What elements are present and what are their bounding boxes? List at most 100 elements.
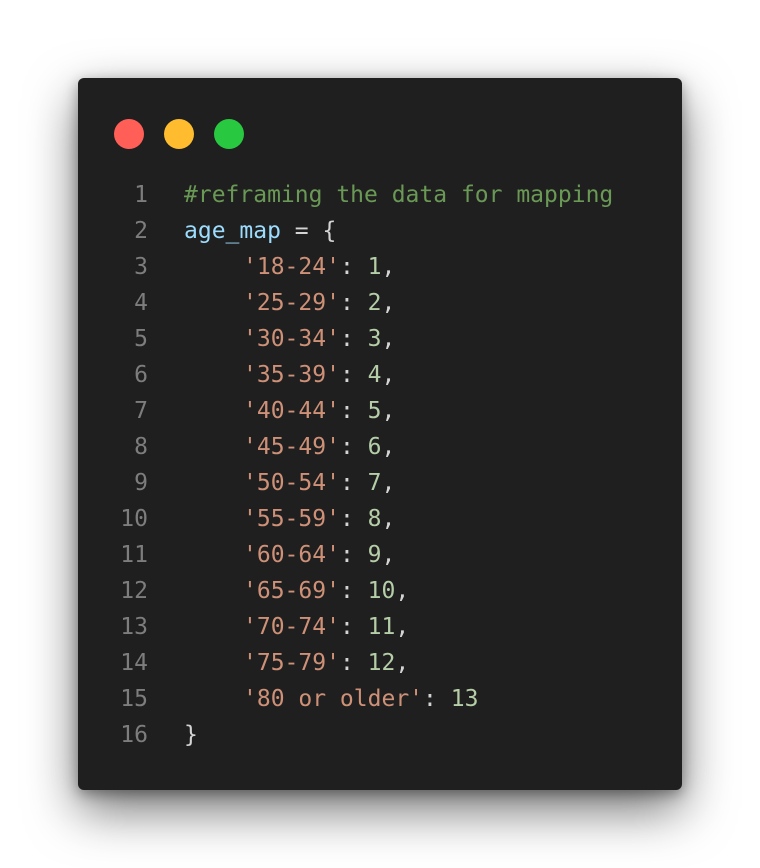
token-op: , <box>395 614 410 640</box>
line-source: age_map = { <box>184 213 336 249</box>
token-str: '40-44' <box>243 398 340 424</box>
code-line: 14 '75-79': 12, <box>78 645 682 681</box>
token-str: '65-69' <box>243 578 340 604</box>
token-str: '70-74' <box>243 614 340 640</box>
token-op: , <box>395 650 410 676</box>
line-number: 14 <box>120 650 148 676</box>
minimize-dot-icon[interactable] <box>164 119 194 149</box>
code-block: 1 #reframing the data for mapping 2 age_map… <box>78 177 682 753</box>
token-num: 9 <box>367 542 382 568</box>
line-source: #reframing the data for mapping <box>184 177 613 213</box>
line-source: '75-79': 12, <box>184 645 409 681</box>
line-source: '55-59': 8, <box>184 501 395 537</box>
token-op: : <box>339 434 368 460</box>
token-op: : <box>339 254 368 280</box>
token-num: 11 <box>367 614 396 640</box>
line-number: 16 <box>120 722 148 748</box>
token-op: : <box>339 578 368 604</box>
code-line: 1 #reframing the data for mapping <box>78 177 682 213</box>
code-line: 7 '40-44': 5, <box>78 393 682 429</box>
token-op: : <box>339 614 368 640</box>
code-line: 10 '55-59': 8, <box>78 501 682 537</box>
token-op: , <box>381 434 396 460</box>
line-source: } <box>184 717 198 753</box>
maximize-dot-icon[interactable] <box>214 119 244 149</box>
line-source: '25-29': 2, <box>184 285 395 321</box>
token-str: '25-29' <box>243 290 340 316</box>
line-source: '60-64': 9, <box>184 537 395 573</box>
token-str: '75-79' <box>243 650 340 676</box>
line-source: '80 or older': 13 <box>184 681 478 717</box>
code-line: 16} <box>78 717 682 753</box>
code-line: 12 '65-69': 10, <box>78 573 682 609</box>
line-number: 9 <box>134 470 148 496</box>
token-num: 6 <box>367 434 382 460</box>
token-num: 5 <box>367 398 382 424</box>
token-op: : <box>339 506 368 532</box>
token-str: '30-34' <box>243 326 340 352</box>
token-num: 7 <box>367 470 382 496</box>
token-str: '45-49' <box>243 434 340 460</box>
token-num: 2 <box>367 290 382 316</box>
code-line: 6 '35-39': 4, <box>78 357 682 393</box>
line-number: 2 <box>134 218 148 244</box>
line-number: 6 <box>134 362 148 388</box>
line-number: 8 <box>134 434 148 460</box>
token-comment: #reframing the data for mapping <box>184 182 614 208</box>
line-number: 5 <box>134 326 148 352</box>
line-number: 3 <box>134 254 148 280</box>
code-line: 9 '50-54': 7, <box>78 465 682 501</box>
token-str: '80 or older' <box>243 686 424 712</box>
token-op: : <box>339 326 368 352</box>
token-num: 10 <box>367 578 396 604</box>
line-number: 15 <box>120 686 148 712</box>
token-op: : <box>339 290 368 316</box>
code-line: 3 '18-24': 1, <box>78 249 682 285</box>
token-op: : <box>339 398 368 424</box>
line-source: '18-24': 1, <box>184 249 395 285</box>
token-num: 8 <box>367 506 382 532</box>
token-op: , <box>381 362 396 388</box>
token-str: '60-64' <box>243 542 340 568</box>
token-num: 4 <box>367 362 382 388</box>
line-source: '45-49': 6, <box>184 429 395 465</box>
token-op: , <box>381 470 396 496</box>
line-number: 11 <box>120 542 148 568</box>
token-op: , <box>381 398 396 424</box>
code-window: 1 #reframing the data for mapping 2 age_map… <box>78 78 682 790</box>
token-op: : <box>339 650 368 676</box>
line-number: 7 <box>134 398 148 424</box>
line-number: 10 <box>120 506 148 532</box>
code-line: 2 age_map = { <box>78 213 682 249</box>
token-str: '55-59' <box>243 506 340 532</box>
token-op: , <box>381 542 396 568</box>
window-controls <box>114 119 244 149</box>
token-op: : <box>339 470 368 496</box>
code-line: 4 '25-29': 2, <box>78 285 682 321</box>
token-op: , <box>381 254 396 280</box>
code-line: 15 '80 or older': 13 <box>78 681 682 717</box>
token-op: , <box>381 506 396 532</box>
line-number: 13 <box>120 614 148 640</box>
token-op: , <box>381 326 396 352</box>
token-op: : <box>339 542 368 568</box>
line-source: '35-39': 4, <box>184 357 395 393</box>
token-op: : <box>339 362 368 388</box>
line-source: '30-34': 3, <box>184 321 395 357</box>
line-source: '40-44': 5, <box>184 393 395 429</box>
close-dot-icon[interactable] <box>114 119 144 149</box>
line-number: 12 <box>120 578 148 604</box>
line-source: '50-54': 7, <box>184 465 395 501</box>
line-source: '65-69': 10, <box>184 573 409 609</box>
line-number: 1 <box>134 182 148 208</box>
code-line: 11 '60-64': 9, <box>78 537 682 573</box>
line-source: '70-74': 11, <box>184 609 409 645</box>
token-num: 1 <box>367 254 382 280</box>
token-num: 3 <box>367 326 382 352</box>
token-num: 13 <box>450 686 479 712</box>
token-op: , <box>395 578 410 604</box>
token-str: '18-24' <box>243 254 340 280</box>
code-line: 13 '70-74': 11, <box>78 609 682 645</box>
token-str: '35-39' <box>243 362 340 388</box>
token-op: , <box>381 290 396 316</box>
